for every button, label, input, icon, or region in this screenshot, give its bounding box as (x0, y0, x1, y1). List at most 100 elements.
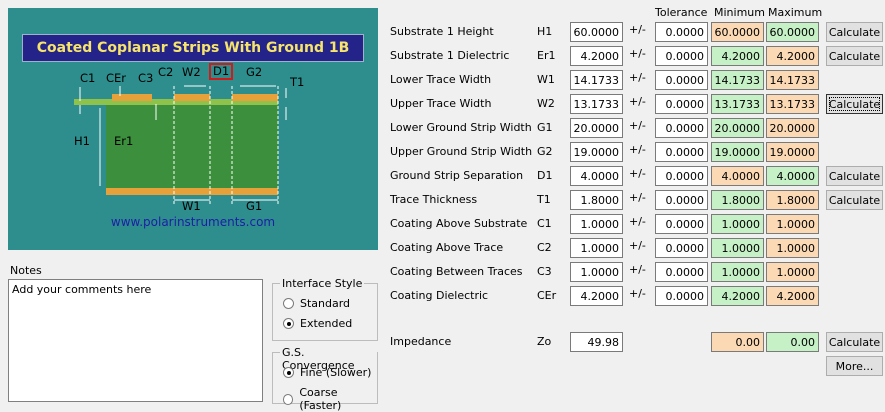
tolerance-input[interactable]: 0.0000 (655, 238, 708, 258)
param-symbol: G1 (537, 121, 553, 134)
param-label: Coating Between Traces (390, 265, 523, 278)
param-value-input[interactable]: 1.0000 (570, 262, 623, 282)
tolerance-input[interactable]: 0.0000 (655, 142, 708, 162)
minimum-value[interactable]: 13.1733 (711, 94, 764, 114)
maximum-value[interactable]: 14.1733 (766, 70, 819, 90)
maximum-value[interactable]: 4.2000 (766, 46, 819, 66)
param-row-w1: Lower Trace Width W1 14.1733 +/- 0.0000 14.17… (0, 70, 885, 92)
maximum-value[interactable]: 4.0000 (766, 166, 819, 186)
maximum-value[interactable]: 1.0000 (766, 262, 819, 282)
plus-minus-label: +/- (629, 23, 646, 36)
radio-icon-selected[interactable] (283, 367, 294, 378)
minimum-value[interactable]: 1.0000 (711, 214, 764, 234)
param-symbol: C1 (537, 217, 552, 230)
calculate-t1-button[interactable]: Calculate (826, 190, 883, 210)
plus-minus-label: +/- (629, 119, 646, 132)
minimum-value[interactable]: 14.1733 (711, 70, 764, 90)
minimum-value[interactable]: 4.0000 (711, 166, 764, 186)
param-value-input[interactable]: 14.1733 (570, 70, 623, 90)
maximum-value[interactable]: 60.0000 (766, 22, 819, 42)
minimum-value[interactable]: 1.0000 (711, 238, 764, 258)
param-label: Substrate 1 Dielectric (390, 49, 510, 62)
param-symbol: C3 (537, 265, 552, 278)
radio-label: Fine (Slower) (300, 366, 372, 379)
impedance-min[interactable]: 0.00 (711, 332, 764, 352)
param-symbol: D1 (537, 169, 553, 182)
maximum-value[interactable]: 20.0000 (766, 118, 819, 138)
tolerance-input[interactable]: 0.0000 (655, 22, 708, 42)
param-label: Trace Thickness (390, 193, 478, 206)
param-row-w2: Upper Trace Width W2 13.1733 +/- 0.0000 13.17… (0, 94, 885, 116)
radio-icon-selected[interactable] (283, 318, 294, 329)
tolerance-input[interactable]: 0.0000 (655, 118, 708, 138)
param-label: Coating Above Trace (390, 241, 504, 254)
param-label: Ground Strip Separation (390, 169, 524, 182)
radio-label: Coarse (Faster) (299, 386, 342, 412)
param-value-input[interactable]: 1.0000 (570, 214, 623, 234)
tolerance-input[interactable]: 0.0000 (655, 46, 708, 66)
param-row-c3: Coating Between Traces C3 1.0000 +/- 0.0000 1… (0, 262, 885, 284)
plus-minus-label: +/- (629, 167, 646, 180)
param-symbol: C2 (537, 241, 552, 254)
maximum-value[interactable]: 4.2000 (766, 286, 819, 306)
header-minimum: Minimum (714, 6, 765, 19)
param-symbol: H1 (537, 25, 553, 38)
param-value-input[interactable]: 19.0000 (570, 142, 623, 162)
calculate-impedance-button[interactable]: Calculate (826, 332, 883, 352)
minimum-value[interactable]: 19.0000 (711, 142, 764, 162)
impedance-value[interactable]: 49.98 (570, 332, 623, 352)
tolerance-input[interactable]: 0.0000 (655, 70, 708, 90)
param-label: Lower Ground Strip Width (390, 121, 532, 134)
tolerance-input[interactable]: 0.0000 (655, 190, 708, 210)
calculate-er1-button[interactable]: Calculate (826, 46, 883, 66)
plus-minus-label: +/- (629, 47, 646, 60)
param-value-input[interactable]: 4.2000 (570, 46, 623, 66)
maximum-value[interactable]: 19.0000 (766, 142, 819, 162)
plus-minus-label: +/- (629, 215, 646, 228)
maximum-value[interactable]: 1.0000 (766, 214, 819, 234)
param-label: Substrate 1 Height (390, 25, 494, 38)
maximum-value[interactable]: 1.8000 (766, 190, 819, 210)
param-row-d1: Ground Strip Separation D1 4.0000 +/- 0.0000… (0, 166, 885, 188)
minimum-value[interactable]: 4.2000 (711, 286, 764, 306)
param-symbol: W1 (537, 73, 555, 86)
param-value-input[interactable]: 20.0000 (570, 118, 623, 138)
param-value-input[interactable]: 1.0000 (570, 238, 623, 258)
impedance-max[interactable]: 0.00 (766, 332, 819, 352)
tolerance-input[interactable]: 0.0000 (655, 94, 708, 114)
calculate-d1-button[interactable]: Calculate (826, 166, 883, 186)
param-label: Lower Trace Width (390, 73, 492, 86)
param-symbol: W2 (537, 97, 555, 110)
param-value-input[interactable]: 60.0000 (570, 22, 623, 42)
impedance-row: Impedance Zo 49.98 0.00 0.00 Calculate (0, 332, 885, 354)
maximum-value[interactable]: 1.0000 (766, 238, 819, 258)
minimum-value[interactable]: 1.0000 (711, 262, 764, 282)
calculate-w2-button[interactable]: Calculate (826, 94, 883, 114)
param-value-input[interactable]: 13.1733 (570, 94, 623, 114)
radio-icon[interactable] (283, 393, 294, 405)
tolerance-input[interactable]: 0.0000 (655, 262, 708, 282)
param-symbol: CEr (537, 289, 557, 302)
param-value-input[interactable]: 1.8000 (570, 190, 623, 210)
radio-fine[interactable]: Fine (Slower) (283, 366, 371, 379)
tolerance-input[interactable]: 0.0000 (655, 286, 708, 306)
param-row-g1: Lower Ground Strip Width G1 20.0000 +/- 0.00… (0, 118, 885, 140)
plus-minus-label: +/- (629, 95, 646, 108)
param-value-input[interactable]: 4.0000 (570, 166, 623, 186)
minimum-value[interactable]: 20.0000 (711, 118, 764, 138)
calculate-h1-button[interactable]: Calculate (826, 22, 883, 42)
tolerance-input[interactable]: 0.0000 (655, 214, 708, 234)
more-button[interactable]: More... (826, 356, 883, 376)
radio-extended[interactable]: Extended (283, 317, 352, 330)
param-value-input[interactable]: 4.2000 (570, 286, 623, 306)
minimum-value[interactable]: 60.0000 (711, 22, 764, 42)
radio-coarse[interactable]: Coarse (Faster) (283, 386, 377, 412)
tolerance-input[interactable]: 0.0000 (655, 166, 708, 186)
minimum-value[interactable]: 4.2000 (711, 46, 764, 66)
param-row-cer: Coating Dielectric CEr 4.2000 +/- 0.0000 4.20… (0, 286, 885, 308)
plus-minus-label: +/- (629, 239, 646, 252)
param-label: Coating Dielectric (390, 289, 489, 302)
maximum-value[interactable]: 13.1733 (766, 94, 819, 114)
param-row-er1: Substrate 1 Dielectric Er1 4.2000 +/- 0.0000… (0, 46, 885, 68)
minimum-value[interactable]: 1.8000 (711, 190, 764, 210)
